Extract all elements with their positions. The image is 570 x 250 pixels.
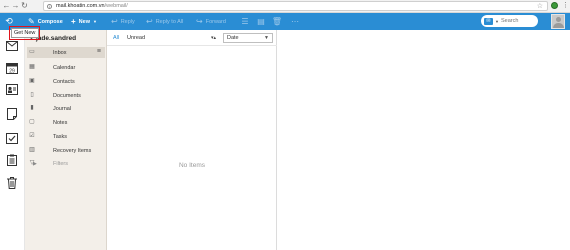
forward-label: Forward — [205, 18, 226, 25]
folder-filters[interactable]: ▽ Filters — [27, 158, 105, 169]
chevron-down-icon: ▼ — [264, 35, 269, 41]
highlight-box — [9, 26, 40, 40]
reply-label: Reply — [120, 18, 135, 25]
plus-icon: + — [71, 16, 76, 26]
folder-label: Filters — [53, 160, 68, 167]
sort-select[interactable]: Date ▼ — [223, 33, 273, 43]
search-input[interactable] — [500, 18, 537, 24]
app-rail: 29 — [0, 30, 25, 250]
message-list — [107, 30, 277, 250]
mail-scope-icon[interactable]: ✉ — [484, 17, 493, 25]
hamburger-menu-icon[interactable]: ≡ — [97, 48, 101, 55]
folder-label: Inbox — [53, 49, 67, 56]
url-path: /webmail/ — [104, 3, 128, 9]
documents-icon: ▯ — [30, 92, 34, 98]
folder-tasks[interactable]: ☑ Tasks — [27, 131, 105, 142]
compose-label: Compose — [37, 18, 63, 25]
tasks-icon[interactable] — [4, 130, 19, 145]
folder-inbox[interactable]: ▭ Inbox ≡ — [27, 47, 105, 58]
more-actions-icon[interactable]: ⋯ — [290, 13, 300, 30]
sort-value: Date — [227, 35, 239, 41]
search-box[interactable]: ✉ ▼ — [481, 15, 538, 27]
account-name[interactable]: jade.sandred — [36, 35, 76, 42]
calendar-icon: ▦ — [29, 64, 35, 70]
folder-label: Calendar — [53, 64, 76, 71]
divider — [107, 45, 277, 46]
address-bar[interactable]: i mail.khoatin.com.vn /webmail/ ☆ — [43, 1, 548, 11]
folder-label: Contacts — [53, 78, 75, 85]
back-arrow-icon[interactable]: ← — [2, 1, 11, 12]
avatar-body — [553, 23, 564, 28]
folder-label: Journal — [53, 105, 72, 112]
compose-icon: ✎ — [28, 16, 35, 26]
recovery-icon: ▥ — [29, 147, 35, 153]
forward-arrow-icon[interactable]: → — [11, 1, 20, 12]
notes-icon[interactable] — [4, 106, 19, 121]
folder-journal[interactable]: ▮ Journal — [27, 103, 105, 114]
info-icon[interactable]: i — [47, 3, 52, 9]
folder-documents[interactable]: ▯ Documents — [27, 90, 105, 101]
mail-icon[interactable] — [4, 38, 19, 53]
filter-all[interactable]: All — [113, 35, 119, 41]
filter-icon: ▽ — [29, 160, 35, 166]
empty-state: No Items — [178, 162, 205, 169]
folder-notes[interactable]: ▢ Notes — [27, 117, 105, 128]
reply-icon: ↩ — [111, 16, 118, 26]
list-view-icon[interactable]: ☰ — [240, 13, 250, 30]
browser-menu-icon[interactable]: ⋮ — [562, 1, 569, 11]
clipboard-icon[interactable] — [4, 152, 19, 167]
inbox-icon: ▭ — [29, 49, 35, 55]
archive-icon[interactable]: ▤ — [256, 13, 266, 30]
reply-all-icon: ↩ — [146, 16, 153, 26]
forward-button[interactable]: ↪ Forward — [196, 13, 226, 30]
bookmark-star-icon[interactable]: ☆ — [537, 2, 543, 11]
contacts-icon: ▣ — [29, 78, 35, 84]
sort-direction-icon[interactable]: ▾▴ — [211, 35, 216, 41]
reading-pane — [278, 30, 570, 250]
tasks-icon: ☑ — [29, 133, 35, 139]
folder-contacts[interactable]: ▣ Contacts — [27, 76, 105, 87]
delete-icon[interactable]: 🗑 — [272, 13, 282, 30]
trash-icon[interactable] — [4, 175, 19, 190]
journal-icon: ▮ — [30, 105, 34, 111]
folder-label: Recovery Items — [53, 147, 92, 154]
folder-label: Tasks — [53, 133, 68, 140]
extension-icon[interactable] — [551, 2, 558, 9]
reply-button[interactable]: ↩ Reply — [111, 13, 135, 30]
calendar-icon[interactable]: 29 — [4, 60, 19, 75]
contacts-icon[interactable] — [4, 82, 19, 97]
folder-recovery-items[interactable]: ▥ Recovery Items — [27, 145, 105, 156]
svg-text:29: 29 — [9, 68, 15, 74]
reload-icon[interactable]: ↻ — [20, 1, 29, 12]
chevron-down-icon[interactable]: ▼ — [495, 19, 499, 24]
folder-label: Notes — [53, 119, 68, 126]
folder-calendar[interactable]: ▦ Calendar — [27, 62, 105, 73]
chevron-down-icon: ▼ — [92, 19, 97, 24]
reply-all-label: Reply to All — [155, 18, 184, 25]
reply-all-button[interactable]: ↩ Reply to All — [146, 13, 183, 30]
avatar[interactable] — [551, 14, 565, 29]
new-button[interactable]: + New ▼ — [71, 13, 97, 30]
folder-label: Documents — [53, 92, 81, 99]
url-host: mail.khoatin.com.vn — [56, 3, 105, 9]
new-label: New — [78, 18, 90, 25]
filter-unread[interactable]: Unread — [127, 35, 145, 41]
forward-icon: ↪ — [196, 16, 203, 26]
avatar-head — [556, 17, 561, 22]
notes-icon: ▢ — [29, 119, 35, 125]
